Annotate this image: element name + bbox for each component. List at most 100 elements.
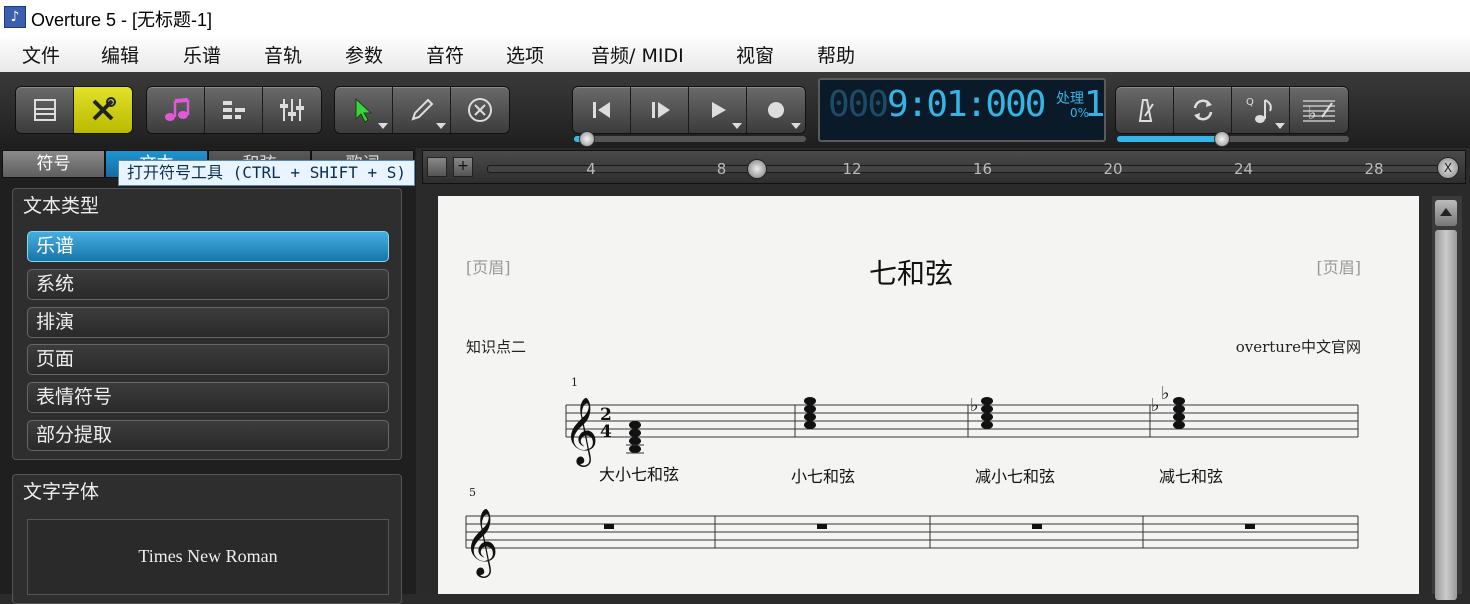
chord-label-1[interactable]: 大小七和弦 (599, 465, 679, 484)
font-preview[interactable]: Times New Roman (27, 519, 389, 595)
loop-button[interactable] (1174, 87, 1232, 133)
select-arrow-icon (355, 97, 372, 123)
tools-icon (92, 97, 116, 121)
measure-number-1: 1 (571, 376, 578, 389)
measure-number-5: 5 (469, 486, 476, 499)
vertical-scrollbar[interactable] (1432, 196, 1462, 600)
chord-label-3[interactable]: 减小七和弦 (975, 467, 1055, 486)
menu-options[interactable]: 选项 (506, 41, 544, 68)
record-icon (768, 102, 784, 118)
track-list-button[interactable] (205, 87, 263, 133)
text-type-part-extract[interactable]: 部分提取 (27, 420, 389, 451)
counter-time: 9:01:000 (887, 84, 1046, 125)
pencil-tool-button[interactable] (393, 87, 451, 133)
transport-position-slider[interactable] (574, 131, 806, 147)
notes-icon (164, 98, 189, 121)
track-list-icon (222, 101, 245, 119)
erase-icon (468, 98, 492, 122)
text-type-system[interactable]: 系统 (27, 269, 389, 300)
text-type-title: 文本类型 (23, 195, 100, 217)
mixer-button[interactable] (263, 87, 321, 133)
svg-text:♭: ♭ (1308, 103, 1317, 124)
step-forward-button[interactable] (631, 87, 689, 133)
ruler-mark: 16 (972, 160, 993, 178)
play-button[interactable] (689, 87, 747, 133)
scroll-up-button[interactable] (1435, 200, 1457, 226)
menu-parameters[interactable]: 参数 (345, 41, 383, 68)
menu-file[interactable]: 文件 (22, 41, 60, 68)
quantize-button[interactable]: Q (1232, 87, 1290, 133)
play-icon (711, 102, 726, 118)
processing-percent: 0% (1070, 106, 1090, 120)
ruler-mark: 8 (716, 160, 727, 178)
rewind-icon (592, 102, 610, 118)
measure-ruler: + 4 8 12 16 20 24 28 X (422, 150, 1466, 184)
score-staves[interactable]: 𝄞 2 4 ♭ ♭ ♭ 1 大小七和弦 小七和弦 减小七和弦 减七和弦 𝄞 5 (438, 196, 1419, 594)
notes-button[interactable] (147, 87, 205, 133)
tempo-fill (1117, 136, 1222, 142)
text-type-expression[interactable]: 表情符号 (27, 382, 389, 413)
chord-half-diminished-seventh: ♭ (970, 395, 993, 429)
text-type-rehearsal[interactable]: 排演 (27, 307, 389, 338)
tools-button[interactable] (74, 87, 132, 133)
window-title: Overture 5 - [无标题-1] (31, 10, 213, 30)
select-tool-button[interactable] (335, 87, 393, 133)
flat-icon: ♭ (1161, 383, 1170, 404)
tempo-slider[interactable] (1117, 131, 1349, 147)
chord-diminished-seventh: ♭ ♭ (1151, 383, 1185, 429)
chord-label-4[interactable]: 减七和弦 (1159, 467, 1223, 486)
title-bar: ♪ Overture 5 - [无标题-1] (0, 0, 1470, 34)
quantize-icon: Q (1246, 97, 1272, 123)
tooltip: 打开符号工具 (CTRL + SHIFT + S) (118, 160, 416, 186)
menu-track[interactable]: 音轨 (264, 41, 302, 68)
menu-window[interactable]: 视窗 (736, 41, 774, 68)
overture-app-icon[interactable]: ♪ (4, 6, 26, 28)
ruler-mark: 12 (842, 160, 862, 178)
edit-tool-group (334, 86, 510, 134)
ruler-close-button[interactable]: X (1437, 157, 1459, 179)
page-view-icon (33, 99, 56, 121)
ruler-track[interactable] (487, 165, 1449, 173)
score-page[interactable]: [页眉] [页眉] 七和弦 知识点二 overture中文官网 𝄞 2 4 ♭ … (438, 196, 1419, 594)
ruler-mark: 28 (1364, 160, 1384, 178)
score-options-button[interactable]: ♭ (1290, 87, 1348, 133)
record-button[interactable] (747, 87, 805, 133)
menu-score[interactable]: 乐谱 (183, 41, 221, 68)
ruler-mark: 20 (1103, 160, 1123, 178)
metronome-button[interactable] (1116, 87, 1174, 133)
loop-icon (1193, 99, 1212, 121)
menu-audio-midi[interactable]: 音频/ MIDI (591, 41, 684, 68)
ruler-position-knob[interactable] (746, 159, 767, 179)
scroll-thumb[interactable] (1435, 230, 1457, 600)
menu-help[interactable]: 帮助 (817, 41, 855, 68)
whole-rest-icon (604, 524, 614, 529)
tab-symbols[interactable]: 符号 (2, 150, 105, 178)
treble-clef-icon: 𝄞 (464, 507, 498, 578)
page-view-button[interactable] (16, 87, 74, 133)
svg-text:Q: Q (1246, 97, 1254, 108)
ruler-collapse-button[interactable] (427, 157, 447, 177)
left-panel: 符号 文本 和弦 歌词 文本类型 乐谱 系统 排演 页面 表情符号 部分提取 文… (0, 148, 416, 604)
menu-edit[interactable]: 编辑 (101, 41, 139, 68)
whole-rest-icon (1032, 524, 1042, 529)
chord-label-2[interactable]: 小七和弦 (791, 467, 855, 486)
menu-notes[interactable]: 音符 (426, 41, 464, 68)
time-counter-display: 0009:01:000 1 处理 0% (818, 78, 1106, 142)
text-type-page[interactable]: 页面 (27, 344, 389, 375)
ruler-add-button[interactable]: + (453, 157, 473, 177)
transport-position-knob[interactable] (578, 131, 595, 147)
step-forward-icon (651, 102, 670, 118)
text-type-score[interactable]: 乐谱 (27, 231, 389, 262)
dropdown-arrow-icon (732, 123, 742, 129)
score-options-icon: ♭ (1303, 100, 1335, 124)
transport-group (572, 86, 806, 134)
text-font-box: 文字字体 Times New Roman (12, 474, 402, 604)
ruler-mark: 4 (586, 160, 596, 178)
treble-clef-icon: 𝄞 (564, 396, 598, 467)
erase-tool-button[interactable] (451, 87, 509, 133)
dropdown-arrow-icon (791, 123, 801, 129)
text-type-box: 文本类型 乐谱 系统 排演 页面 表情符号 部分提取 (12, 188, 402, 460)
rewind-button[interactable] (573, 87, 631, 133)
staff-system-2 (465, 515, 1359, 549)
whole-rest-icon (817, 524, 827, 529)
